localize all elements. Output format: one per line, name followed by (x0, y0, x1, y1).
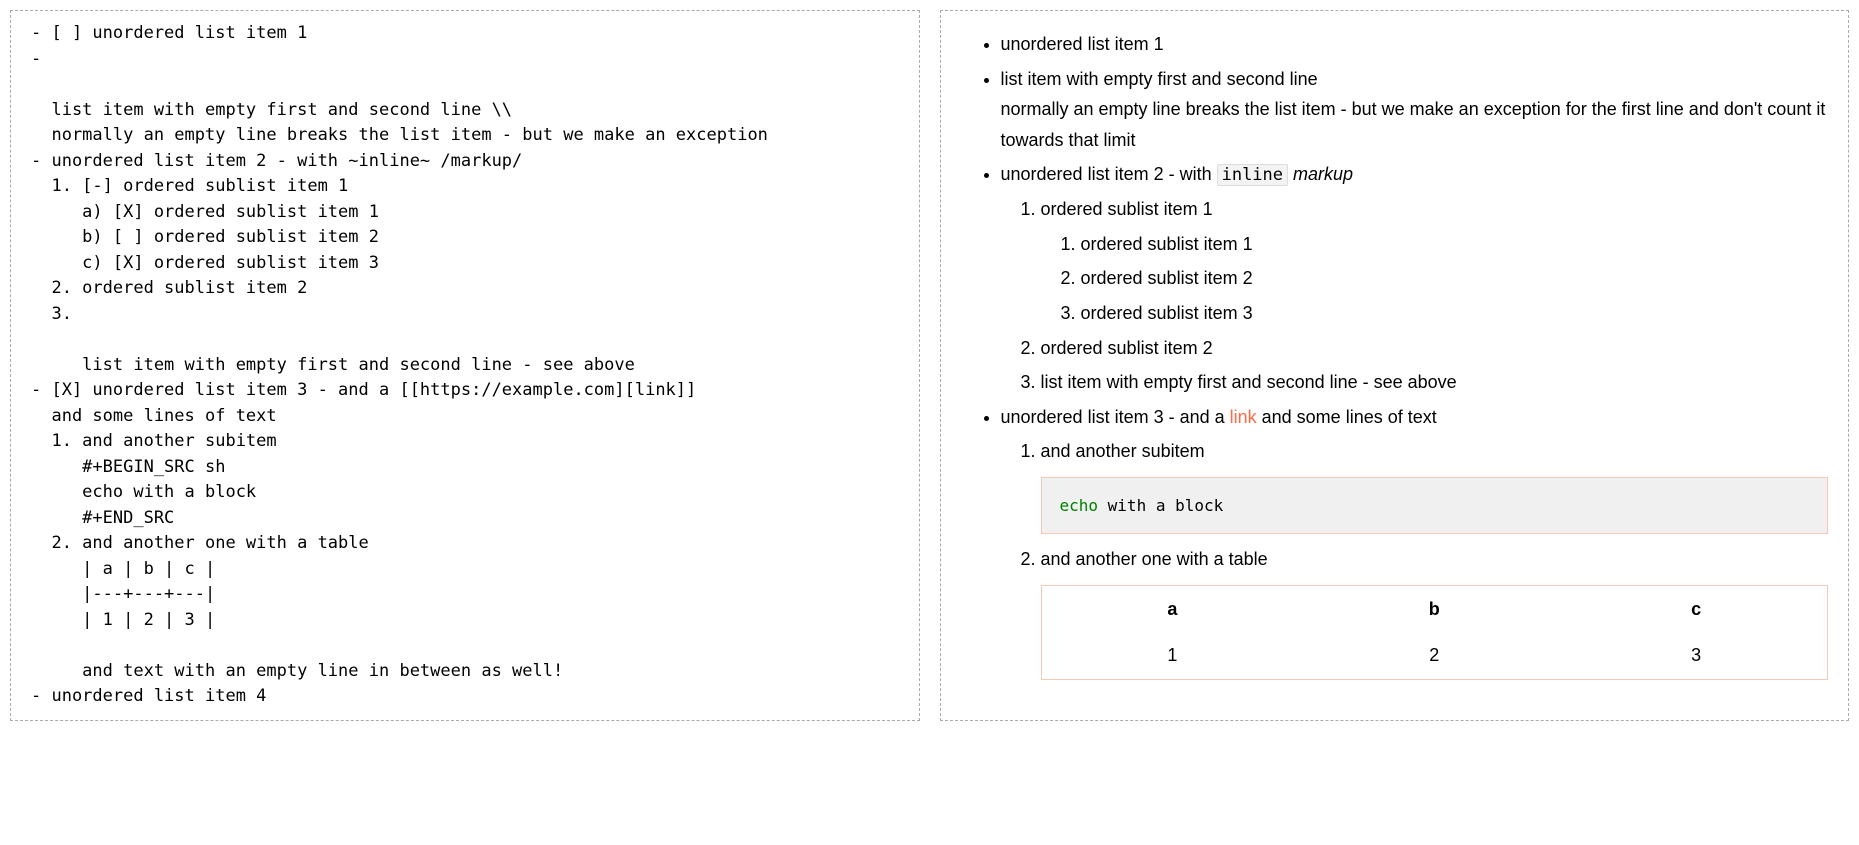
table-header: c (1565, 585, 1827, 632)
item-text: normally an empty line breaks the list i… (1001, 99, 1826, 150)
table-header: a (1041, 585, 1303, 632)
example-link[interactable]: link (1230, 407, 1257, 427)
table-row: 1 2 3 (1041, 632, 1828, 679)
nested-ordered-list: ordered sublist item 1 ordered sublist i… (1041, 229, 1829, 329)
list-item: ordered sublist item 3 (1081, 298, 1829, 329)
ordered-sublist: ordered sublist item 1 ordered sublist i… (1001, 194, 1829, 398)
two-pane-layout: - [ ] unordered list item 1 - list item … (0, 0, 1859, 731)
inline-code: inline (1217, 164, 1288, 186)
table-cell: 2 (1303, 632, 1565, 679)
list-item: list item with empty first and second li… (1041, 367, 1829, 398)
item-text: list item with empty first and second li… (1041, 372, 1457, 392)
code-text: with a block (1098, 496, 1223, 515)
item-text: unordered list item 3 - and a (1001, 407, 1230, 427)
item-text: and another subitem (1041, 441, 1205, 461)
source-pane: - [ ] unordered list item 1 - list item … (10, 10, 920, 721)
table-cell: 3 (1565, 632, 1827, 679)
list-item: and another subitem echo with a block (1041, 436, 1829, 534)
code-keyword: echo (1060, 496, 1099, 515)
list-item: ordered sublist item 2 (1081, 263, 1829, 294)
item-text: list item with empty first and second li… (1001, 69, 1318, 89)
item-text: ordered sublist item 3 (1081, 303, 1253, 323)
item-text: ordered sublist item 2 (1041, 338, 1213, 358)
item-text: and another one with a table (1041, 549, 1268, 569)
item-text: ordered sublist item 1 (1081, 234, 1253, 254)
code-block: echo with a block (1041, 477, 1829, 534)
item-text: unordered list item 2 - with (1001, 164, 1217, 184)
list-item: unordered list item 3 - and a link and s… (1001, 402, 1829, 680)
ordered-sublist-2: and another subitem echo with a block an… (1001, 436, 1829, 680)
table-header: b (1303, 585, 1565, 632)
item-text: ordered sublist item 1 (1041, 199, 1213, 219)
list-item: unordered list item 2 - with inline mark… (1001, 159, 1829, 397)
list-item: unordered list item 1 (1001, 29, 1829, 60)
list-item: and another one with a table a b c 1 2 3 (1041, 544, 1829, 680)
org-source-text: - [ ] unordered list item 1 - list item … (31, 21, 899, 710)
list-item: list item with empty first and second li… (1001, 64, 1829, 156)
item-text: ordered sublist item 2 (1081, 268, 1253, 288)
list-item: ordered sublist item 2 (1041, 333, 1829, 364)
list-item: ordered sublist item 1 ordered sublist i… (1041, 194, 1829, 328)
top-list: unordered list item 1 list item with emp… (961, 29, 1829, 680)
item-text: and some lines of text (1257, 407, 1437, 427)
italic-text: markup (1293, 164, 1353, 184)
rendered-table: a b c 1 2 3 (1041, 585, 1829, 680)
item-text: unordered list item 1 (1001, 34, 1164, 54)
list-item: ordered sublist item 1 (1081, 229, 1829, 260)
rendered-pane: unordered list item 1 list item with emp… (940, 10, 1850, 721)
table-cell: 1 (1041, 632, 1303, 679)
table-row: a b c (1041, 585, 1828, 632)
